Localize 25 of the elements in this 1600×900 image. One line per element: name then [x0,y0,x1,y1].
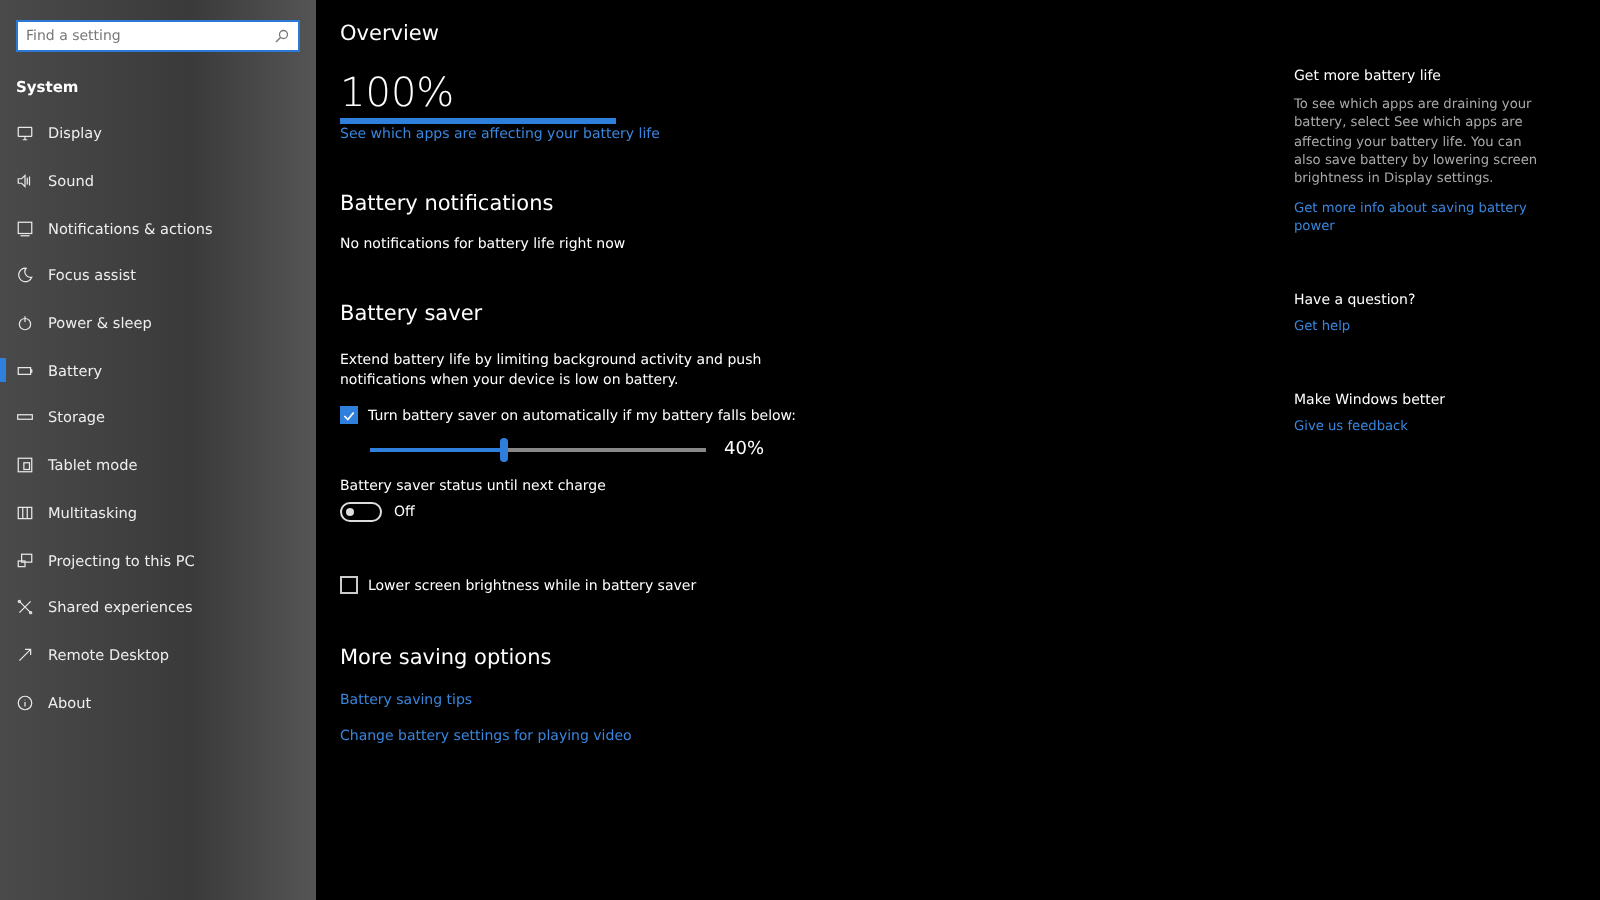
about-icon [16,693,34,712]
slider-thumb[interactable] [500,438,509,463]
section-heading: Overview [340,22,439,46]
toggle-switch[interactable] [340,502,382,523]
moon-icon [16,266,34,285]
search-icon [274,28,290,44]
section-heading: Battery notifications [340,192,554,216]
checkbox[interactable] [340,406,358,425]
display-icon [16,124,34,143]
remote-icon [16,645,34,664]
section-heading: More saving options [340,646,552,671]
threshold-slider[interactable] [370,438,706,463]
check-icon [342,407,356,424]
section-heading: Battery saver [340,302,483,326]
battery-icon [16,361,34,380]
checkbox[interactable] [340,576,358,595]
tablet-icon [16,456,34,475]
shared-icon [16,598,34,617]
notifications-icon [16,219,34,238]
power-icon [16,314,34,333]
battery-percentage: 100% [340,72,455,112]
projecting-icon [16,551,34,570]
multitasking-icon [16,503,34,522]
slider-value: 40% [724,440,765,461]
sound-icon [16,172,34,191]
